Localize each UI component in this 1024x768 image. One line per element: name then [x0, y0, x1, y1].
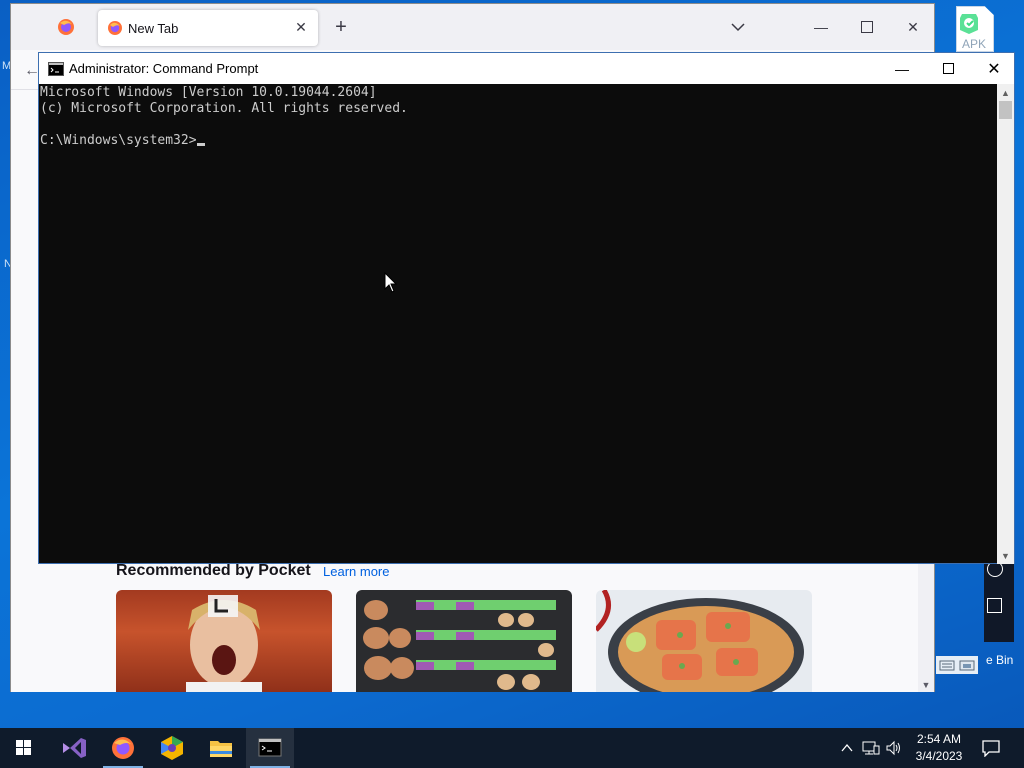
apk-file-desktop-icon[interactable]: APK	[950, 6, 1000, 54]
taskbar-visual-studio[interactable]	[50, 728, 98, 768]
cmd-app-icon	[48, 62, 64, 76]
taskbar-firefox[interactable]	[99, 728, 147, 768]
pocket-card-3[interactable]	[596, 590, 812, 692]
scroll-down-arrow-icon[interactable]: ▼	[1000, 550, 1011, 562]
notification-icon	[982, 740, 1000, 757]
visual-studio-icon	[63, 738, 86, 758]
cmd-window-title: Administrator: Command Prompt	[69, 61, 259, 76]
square-icon[interactable]	[987, 598, 1002, 613]
scroll-down-arrow-icon[interactable]: ▼	[921, 680, 931, 690]
console-prompt-line[interactable]: C:\Windows\system32>	[40, 133, 998, 149]
cmd-minimize-button[interactable]: —	[879, 53, 925, 84]
command-prompt-window[interactable]: Administrator: Command Prompt — ✕ Micros…	[38, 52, 1015, 564]
cmd-close-button[interactable]: ✕	[971, 53, 1017, 84]
cmd-vertical-scrollbar[interactable]: ▲ ▼	[997, 84, 1014, 564]
cmd-title-bar[interactable]: Administrator: Command Prompt — ✕	[39, 53, 1014, 84]
firefox-tab-bar: New Tab ✕ + — ✕	[11, 4, 934, 50]
minimize-button[interactable]: —	[799, 12, 843, 42]
chevron-down-icon[interactable]	[727, 16, 749, 38]
hexagon-app-icon	[161, 736, 183, 760]
windows-logo-icon	[16, 740, 31, 755]
pocket-learn-more-link[interactable]: Learn more	[323, 564, 389, 579]
apk-logo-icon	[960, 14, 978, 34]
text-cursor	[196, 143, 205, 146]
chevron-up-icon	[841, 743, 853, 752]
maximize-icon	[942, 63, 954, 74]
start-button[interactable]	[0, 728, 48, 768]
cmd-maximize-button[interactable]	[925, 53, 971, 84]
taskbar-hex-app[interactable]	[148, 728, 196, 768]
show-hidden-icons-chevron-icon[interactable]	[837, 738, 857, 758]
cmd-console-output[interactable]: Microsoft Windows [Version 10.0.19044.26…	[40, 85, 998, 563]
action-center-button[interactable]	[980, 738, 1002, 758]
salmon-dish-photo	[596, 590, 804, 692]
egg-cartons-photo	[363, 600, 556, 690]
firefox-icon	[108, 21, 122, 35]
pocket-card-2[interactable]	[356, 590, 572, 692]
new-tab-button[interactable]: +	[329, 15, 353, 39]
network-icon[interactable]	[861, 738, 881, 758]
screaming-person-photo	[186, 595, 262, 692]
clock-date: 3/4/2023	[915, 749, 963, 763]
network-monitor-icon	[862, 741, 880, 755]
pocket-heading: Recommended by Pocket	[116, 562, 311, 579]
close-window-button[interactable]: ✕	[891, 12, 935, 42]
console-line: Microsoft Windows [Version 10.0.19044.26…	[40, 85, 377, 100]
maximize-icon	[861, 21, 873, 33]
tab-title: New Tab	[128, 21, 179, 36]
tab-new-tab[interactable]: New Tab ✕	[98, 10, 318, 46]
list-view-icon	[939, 660, 975, 671]
close-tab-icon[interactable]: ✕	[292, 18, 310, 36]
background-window-fragment	[984, 556, 1014, 642]
firefox-pinned-tab-icon[interactable]	[55, 16, 77, 38]
recycle-bin-label[interactable]: e Bin	[986, 653, 1013, 667]
taskbar-command-prompt[interactable]	[246, 728, 294, 768]
cmd-icon	[258, 738, 282, 757]
taskbar: 2:54 AM 3/4/2023	[0, 728, 1024, 768]
clock-time: 2:54 AM	[916, 732, 962, 746]
console-line: (c) Microsoft Corporation. All rights re…	[40, 101, 408, 116]
scrollbar-thumb[interactable]	[999, 101, 1012, 119]
apk-icon-label: APK	[962, 37, 987, 51]
taskbar-file-explorer[interactable]	[197, 728, 245, 768]
mouse-pointer-icon	[384, 272, 398, 293]
volume-icon[interactable]	[884, 738, 904, 758]
pocket-card-1[interactable]	[116, 590, 332, 692]
folder-icon	[210, 741, 232, 757]
view-toggle-icons[interactable]	[936, 656, 978, 674]
console-prompt: C:\Windows\system32>	[40, 133, 197, 148]
scroll-up-arrow-icon[interactable]: ▲	[1000, 87, 1011, 99]
maximize-button[interactable]	[845, 12, 889, 42]
system-clock[interactable]: 2:54 AM 3/4/2023	[908, 731, 970, 765]
speaker-icon	[886, 740, 900, 756]
firefox-icon	[112, 737, 134, 759]
